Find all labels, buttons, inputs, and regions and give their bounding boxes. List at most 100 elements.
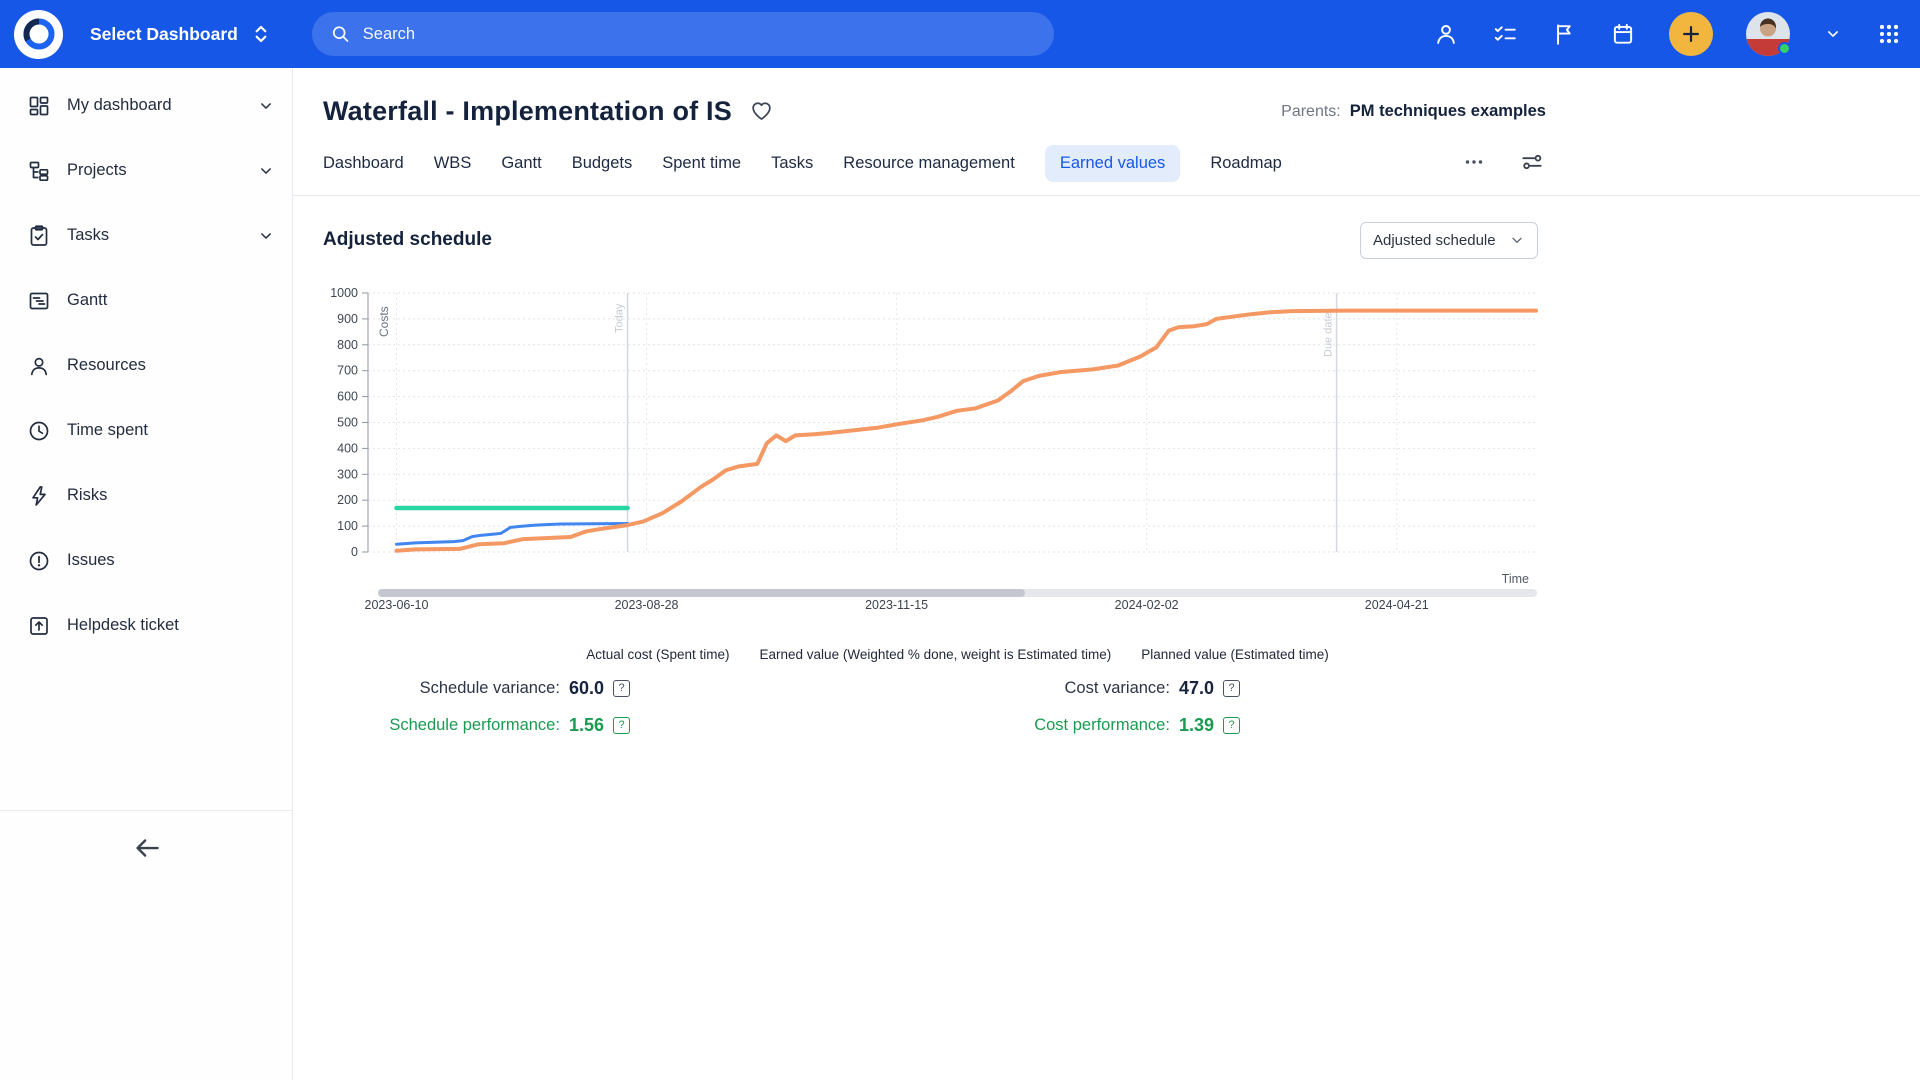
cost-performance-row: Cost performance: 1.39 ? (323, 711, 1240, 739)
sidebar-item-resources[interactable]: Resources (0, 333, 292, 398)
x-axis-date: 2023-06-10 (365, 598, 429, 612)
favorite-button[interactable] (749, 98, 775, 124)
dashboard-selector-label: Select Dashboard (90, 24, 238, 45)
help-icon[interactable]: ? (1223, 717, 1240, 734)
cost-performance-label: Cost performance: (1034, 716, 1170, 735)
cost-performance-value: 1.39 (1179, 715, 1214, 736)
chevron-down-icon (1509, 232, 1525, 248)
collapse-arrow-icon (132, 833, 162, 863)
cost-variance-label: Cost variance: (1064, 679, 1169, 698)
page-title: Waterfall - Implementation of IS (323, 96, 732, 127)
search-input[interactable] (363, 25, 1036, 44)
svg-text:200: 200 (337, 493, 358, 507)
clipboard-check-icon (27, 224, 51, 248)
chevron-down-icon[interactable] (1823, 24, 1843, 44)
sidebar-footer-divider (0, 810, 293, 811)
sidebar-menu: My dashboard Projects (0, 68, 292, 658)
collapse-sidebar-button[interactable] (130, 832, 164, 866)
sidebar-item-label: Tasks (67, 226, 109, 245)
page-header: Waterfall - Implementation of IS Parents… (323, 88, 1546, 134)
tab-spent-time[interactable]: Spent time (662, 145, 741, 182)
chart-scrollbar-thumb[interactable] (378, 589, 1025, 597)
section-header: Adjusted schedule Adjusted schedule (323, 220, 1538, 260)
svg-text:100: 100 (337, 519, 358, 533)
search-icon (330, 23, 351, 45)
help-icon[interactable]: ? (1223, 680, 1240, 697)
topbar: Select Dashboard (0, 0, 1920, 68)
legend-planned-value: Planned value (Estimated time) (1141, 647, 1329, 662)
flag-icon[interactable] (1551, 21, 1577, 47)
svg-text:500: 500 (337, 416, 358, 430)
topbar-actions (1433, 12, 1902, 56)
legend-actual-cost: Actual cost (Spent time) (586, 647, 729, 662)
sidebar-item-label: Time spent (67, 421, 148, 440)
sidebar-item-helpdesk-ticket[interactable]: Helpdesk ticket (0, 593, 292, 658)
filter-sliders-icon (1519, 149, 1545, 175)
tab-dashboard[interactable]: Dashboard (323, 145, 404, 182)
sidebar-item-label: Resources (67, 356, 146, 375)
chart-scrollbar[interactable] (378, 589, 1537, 597)
add-button[interactable] (1669, 12, 1713, 56)
svg-text:700: 700 (337, 364, 358, 378)
sidebar-item-risks[interactable]: Risks (0, 463, 292, 528)
apps-grid-icon[interactable] (1876, 21, 1902, 47)
user-icon[interactable] (1433, 21, 1459, 47)
project-tabs: Dashboard WBS Gantt Budgets Spent time T… (323, 142, 1546, 184)
more-dots-icon (1461, 149, 1487, 175)
main-area: Waterfall - Implementation of IS Parents… (293, 68, 1920, 1080)
clock-icon (27, 419, 51, 443)
tab-earned-values[interactable]: Earned values (1045, 145, 1181, 182)
parents-link[interactable]: PM techniques examples (1350, 102, 1546, 121)
sidebar-item-tasks[interactable]: Tasks (0, 203, 292, 268)
sidebar-item-projects[interactable]: Projects (0, 138, 292, 203)
chevron-down-icon[interactable] (256, 161, 276, 181)
x-axis-title: Time (1477, 572, 1529, 586)
x-axis-date: 2023-08-28 (615, 598, 679, 612)
sidebar-item-label: Issues (67, 551, 115, 570)
gantt-icon (27, 289, 51, 313)
online-status-dot (1778, 42, 1791, 55)
sidebar-item-label: Projects (67, 161, 127, 180)
checklist-icon[interactable] (1492, 21, 1518, 47)
cost-variance-row: Cost variance: 47.0 ? (323, 674, 1240, 702)
chart-legend: Actual cost (Spent time) Earned value (W… (378, 647, 1537, 662)
svg-text:Due date: Due date (1323, 312, 1335, 357)
person-icon (27, 354, 51, 378)
dashboard-icon (27, 94, 51, 118)
chevron-down-icon[interactable] (256, 96, 276, 116)
sidebar-item-label: Risks (67, 486, 107, 505)
calendar-icon[interactable] (1610, 21, 1636, 47)
logo-icon (19, 14, 59, 54)
user-avatar[interactable] (1746, 12, 1790, 56)
tab-resource-management[interactable]: Resource management (843, 145, 1015, 182)
sidebar-item-gantt[interactable]: Gantt (0, 268, 292, 333)
sidebar-item-time-spent[interactable]: Time spent (0, 398, 292, 463)
schedule-mode-select[interactable]: Adjusted schedule (1360, 222, 1538, 259)
more-tabs-button[interactable] (1460, 149, 1488, 177)
dashboard-selector[interactable]: Select Dashboard (90, 21, 274, 47)
sidebar-item-label: Helpdesk ticket (67, 616, 179, 635)
schedule-mode-value: Adjusted schedule (1373, 232, 1501, 249)
svg-text:600: 600 (337, 390, 358, 404)
tab-tasks[interactable]: Tasks (771, 145, 813, 182)
sidebar-item-my-dashboard[interactable]: My dashboard (0, 73, 292, 138)
svg-text:300: 300 (337, 467, 358, 481)
tab-roadmap[interactable]: Roadmap (1210, 145, 1282, 182)
x-axis-date: 2023-11-15 (865, 598, 928, 612)
breadcrumb: Parents: PM techniques examples (1281, 102, 1546, 121)
x-axis-date: 2024-04-21 (1365, 598, 1429, 612)
app-logo[interactable] (14, 10, 63, 59)
parents-label: Parents: (1281, 103, 1341, 121)
tab-budgets[interactable]: Budgets (572, 145, 633, 182)
chevron-down-icon[interactable] (256, 226, 276, 246)
page-settings-button[interactable] (1518, 149, 1546, 177)
hierarchy-icon (27, 159, 51, 183)
box-arrow-up-icon (27, 614, 51, 638)
tab-gantt[interactable]: Gantt (501, 145, 541, 182)
tab-wbs[interactable]: WBS (434, 145, 472, 182)
svg-text:0: 0 (351, 545, 358, 559)
search-bar[interactable] (312, 12, 1054, 56)
x-axis-labels: 2023-06-102023-08-282023-11-152024-02-02… (325, 598, 1540, 614)
exclamation-circle-icon (27, 549, 51, 573)
sidebar-item-issues[interactable]: Issues (0, 528, 292, 593)
